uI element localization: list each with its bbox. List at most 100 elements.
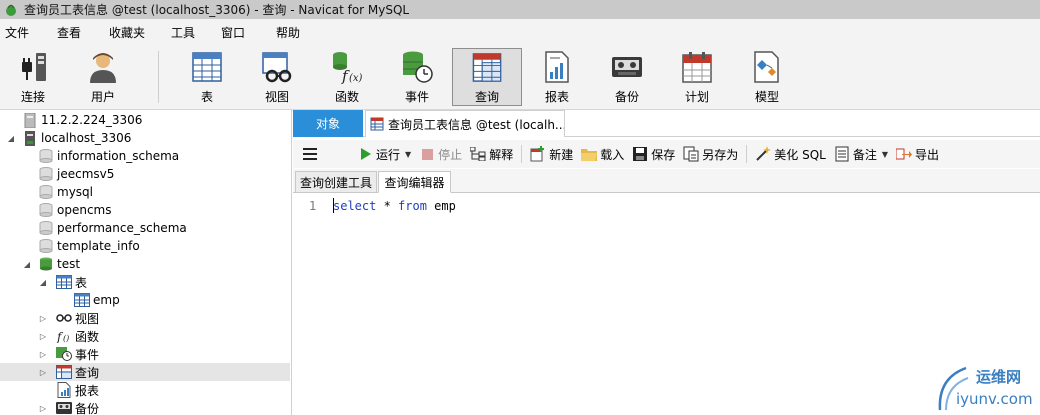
load-button[interactable]: 载入 xyxy=(581,142,624,166)
menu-favorites[interactable]: 收藏夹 xyxy=(104,24,166,41)
stop-button[interactable]: 停止 xyxy=(419,142,462,166)
line-gutter: 1 xyxy=(293,194,329,415)
run-label: 运行 xyxy=(376,147,401,162)
expand-arrow-icon[interactable]: ▷ xyxy=(38,404,48,413)
tree-item[interactable]: emp xyxy=(0,291,290,309)
comment-dropdown-icon[interactable]: ▼ xyxy=(882,150,888,159)
table-button[interactable]: 表 xyxy=(182,48,232,106)
run-button[interactable]: 运行 ▼ xyxy=(357,142,411,166)
menu-view[interactable]: 查看 xyxy=(52,24,104,41)
tree-item-label: jeecmsv5 xyxy=(57,167,115,181)
menu-tools[interactable]: 工具 xyxy=(166,24,216,41)
tab-query-label: 查询员工表信息 @test (localh... xyxy=(388,117,565,132)
tree-item[interactable]: mysql xyxy=(0,183,290,201)
new-button[interactable]: 新建 xyxy=(530,142,573,166)
collapse-arrow-icon[interactable]: ◢ xyxy=(6,134,16,143)
folder-icon xyxy=(581,149,598,161)
tree-item[interactable]: information_schema xyxy=(0,147,290,165)
tree-item[interactable]: ◢ test xyxy=(0,255,290,273)
expand-arrow-icon[interactable]: ▷ xyxy=(38,332,48,341)
menu-help[interactable]: 帮助 xyxy=(271,24,323,41)
schedule-button[interactable]: 计划 xyxy=(672,48,722,106)
tree-item-label: 备份 xyxy=(75,401,100,415)
tab-objects[interactable]: 对象 xyxy=(293,110,363,137)
expand-arrow-icon[interactable]: ▷ xyxy=(38,350,48,359)
tree-item[interactable]: 11.2.2.224_3306 xyxy=(0,111,290,129)
tree-item[interactable]: performance_schema xyxy=(0,219,290,237)
tree-item[interactable]: ◢ localhost_3306 xyxy=(0,129,290,147)
tree-item[interactable]: opencms xyxy=(0,201,290,219)
toolbar-separator xyxy=(746,145,748,163)
ribbon-separator xyxy=(158,51,159,103)
magic-wand-icon xyxy=(756,146,772,161)
menu-file[interactable]: 文件 xyxy=(0,24,52,41)
tab-query[interactable]: 查询员工表信息 @test (localh... xyxy=(365,110,565,137)
report-icon xyxy=(545,51,569,83)
new-label: 新建 xyxy=(549,147,574,162)
table-icon xyxy=(56,274,72,290)
beautify-sql-button[interactable]: 美化 SQL xyxy=(755,142,826,166)
report-icon xyxy=(56,382,72,398)
explain-button[interactable]: 解释 xyxy=(470,142,513,166)
collapse-arrow-icon[interactable]: ◢ xyxy=(38,278,48,287)
tree-item-label: 11.2.2.224_3306 xyxy=(41,113,143,127)
expand-arrow-icon[interactable]: ▷ xyxy=(38,368,48,377)
navicat-logo-icon xyxy=(6,4,16,16)
menu-window[interactable]: 窗口 xyxy=(216,24,271,41)
hamburger-icon xyxy=(303,148,317,160)
export-button[interactable]: 导出 xyxy=(896,142,939,166)
note-icon xyxy=(835,146,849,162)
database-icon xyxy=(38,166,54,182)
tree-item[interactable]: ▷ 视图 xyxy=(0,309,290,327)
user-label: 用户 xyxy=(90,90,115,104)
run-dropdown-icon[interactable]: ▼ xyxy=(405,150,411,159)
tree-item-label: 事件 xyxy=(75,347,100,362)
report-button[interactable]: 报表 xyxy=(532,48,582,106)
comment-button[interactable]: 备注 ▼ xyxy=(834,142,888,166)
sql-code-line[interactable]: select * from emp xyxy=(333,199,456,213)
tree-item[interactable]: ▷ 事件 xyxy=(0,345,290,363)
play-icon xyxy=(361,148,371,160)
user-button[interactable]: 用户 xyxy=(78,48,128,106)
export-icon xyxy=(896,148,913,160)
tree-item[interactable]: ▷ 查询 xyxy=(0,363,290,381)
beautify-sql-label: 美化 SQL xyxy=(774,147,826,162)
model-button[interactable]: 模型 xyxy=(742,48,792,106)
tree-item[interactable]: ▷ 备份 xyxy=(0,399,290,415)
connection-button[interactable]: 连接 xyxy=(8,48,58,106)
token-star: * xyxy=(376,199,399,213)
menu-button[interactable] xyxy=(303,142,317,166)
tree-item[interactable]: ◢ 表 xyxy=(0,273,290,291)
expand-arrow-icon[interactable]: ▷ xyxy=(38,314,48,323)
model-icon xyxy=(754,51,779,83)
tab-query-editor[interactable]: 查询编辑器 xyxy=(378,171,451,193)
event-button[interactable]: 事件 xyxy=(392,48,442,106)
query-label: 查询 xyxy=(474,90,499,104)
collapse-arrow-icon[interactable]: ◢ xyxy=(22,260,32,269)
function-icon: f (x) xyxy=(333,52,363,84)
tree-item-label: localhost_3306 xyxy=(41,131,132,145)
line-number: 1 xyxy=(309,199,317,213)
svg-text:(x): (x) xyxy=(349,73,363,84)
tree-item-label: 函数 xyxy=(75,329,100,344)
query-button[interactable]: 查询 xyxy=(452,48,522,106)
token-table: emp xyxy=(426,199,456,213)
sql-editor[interactable]: 1 select * from emp xyxy=(293,194,1040,415)
tab-query-builder[interactable]: 查询创建工具 xyxy=(295,171,377,193)
table-icon xyxy=(192,52,222,82)
new-icon xyxy=(530,146,545,162)
backup-button[interactable]: 备份 xyxy=(602,48,652,106)
save-button[interactable]: 保存 xyxy=(632,142,675,166)
backup-label: 备份 xyxy=(614,90,639,104)
event-label: 事件 xyxy=(404,90,429,104)
event-icon xyxy=(56,346,72,362)
view-button[interactable]: 视图 xyxy=(252,48,302,106)
title-bar: 查询员工表信息 @test (localhost_3306) - 查询 - Na… xyxy=(0,0,1040,19)
tree-item[interactable]: 报表 xyxy=(0,381,290,399)
function-button[interactable]: f (x) 函数 xyxy=(322,48,372,106)
save-as-button[interactable]: 另存为 xyxy=(683,142,738,166)
tree-item[interactable]: jeecmsv5 xyxy=(0,165,290,183)
load-label: 载入 xyxy=(600,147,625,162)
tree-item[interactable]: template_info xyxy=(0,237,290,255)
tree-item[interactable]: ▷ f() 函数 xyxy=(0,327,290,345)
